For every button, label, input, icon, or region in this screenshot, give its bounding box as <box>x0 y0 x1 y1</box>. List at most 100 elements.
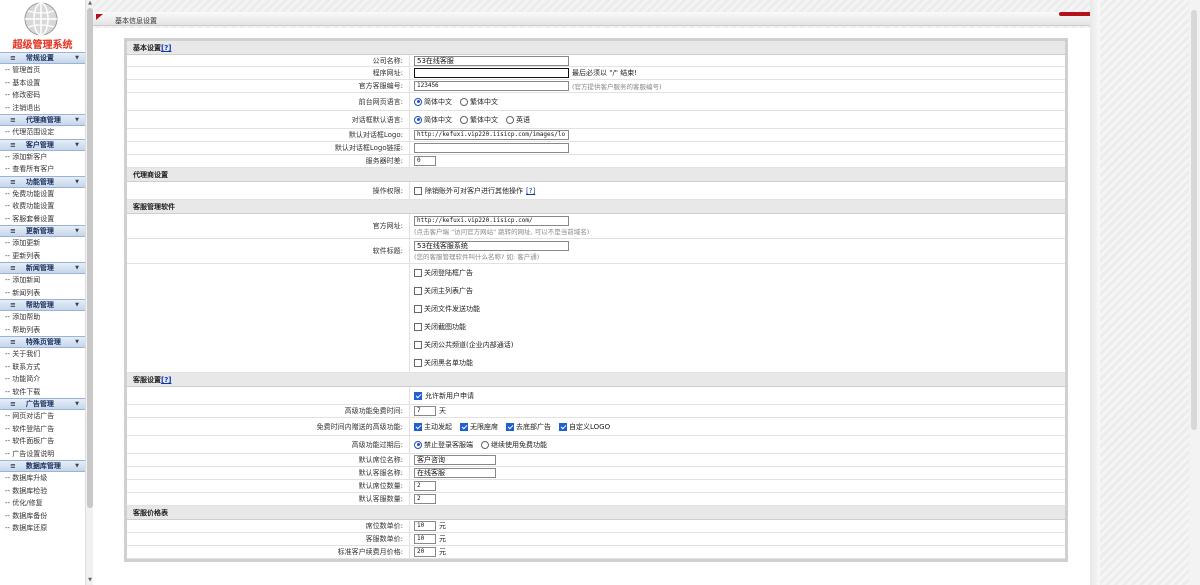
sidebar-item[interactable]: -- 修改密码 <box>0 89 85 102</box>
sidebar-item[interactable]: -- 添加新闻 <box>0 274 85 287</box>
gift-checkbox-initiate[interactable] <box>414 422 422 431</box>
sidebar-item-label: 软件下载 <box>12 387 41 396</box>
sidebar-item[interactable]: -- 管理首页 <box>0 64 85 77</box>
sidebar-item[interactable]: -- 软件下载 <box>0 385 85 398</box>
sidebar-item[interactable]: -- 网页对话广告 <box>0 410 85 423</box>
seat-name-label: 默认席位名称: <box>127 454 410 466</box>
sidebar-item[interactable]: -- 注销退出 <box>0 101 85 114</box>
right-gutter <box>1100 0 1200 585</box>
sidebar-item[interactable]: -- 优化/修复 <box>0 497 85 510</box>
company-label: 公司名称: <box>127 55 410 66</box>
sidebar-group-header[interactable]: ≡ 常规设置 ▼ <box>0 52 85 64</box>
sidebar-group-header[interactable]: ≡ 帮助管理 ▼ <box>0 299 85 311</box>
seat-count-input[interactable]: 2 <box>414 481 436 491</box>
allow-new-checkbox[interactable] <box>414 391 422 400</box>
sidebar-group-title: 功能管理 <box>25 177 54 186</box>
gift-checkbox-logo[interactable] <box>559 422 567 431</box>
sidebar-group-header[interactable]: ≡ 客户管理 ▼ <box>0 138 85 151</box>
sidebar-item[interactable]: -- 联系方式 <box>0 360 85 373</box>
official-id-input[interactable]: 123456 <box>414 81 569 91</box>
logo-input[interactable]: http://kefuxi.vip220.iisicp.com/images/l… <box>414 130 569 140</box>
sidebar-item[interactable]: -- 数据库检验 <box>0 484 85 497</box>
agent-name-input[interactable]: 在线客服 <box>414 468 496 478</box>
seat-price-input[interactable]: 10 <box>414 521 436 531</box>
gift-checkbox-noads[interactable] <box>506 422 514 431</box>
sidebar-group-header[interactable]: ≡ 更新管理 ▼ <box>0 225 85 237</box>
section-title: 基本设置 <box>133 44 161 52</box>
program-url-label: 程序网址: <box>127 67 410 79</box>
logo-link-input[interactable] <box>414 143 569 153</box>
sidebar-item[interactable]: -- 广告设置说明 <box>0 447 85 460</box>
sidebar-scrollbar[interactable]: ▲ ▼ <box>85 0 93 585</box>
radio-expire-free[interactable] <box>481 440 489 449</box>
agent-count-input[interactable]: 2 <box>414 494 436 504</box>
agent-name-label: 默认客服名称: <box>127 467 410 479</box>
site-input[interactable]: http://kefuxi.vip220.iisicp.com/ <box>414 216 569 226</box>
section-price: 客服价格表 <box>127 506 1065 520</box>
company-input[interactable]: 53在线客服 <box>414 55 569 66</box>
sidebar-item[interactable]: -- 添加更新 <box>0 237 85 250</box>
radio-dialog-lang-simplified[interactable] <box>414 115 422 124</box>
timezone-input[interactable]: 0 <box>414 156 436 166</box>
radio-dialog-lang-english[interactable] <box>506 115 514 124</box>
software-title-input[interactable]: 53在线客服系统 <box>414 241 569 251</box>
site-hint: (点击客户端 "访问官方网站" 跳转的网址, 可以不是当前域名) <box>414 228 590 236</box>
sidebar-item[interactable]: -- 基本设置 <box>0 76 85 89</box>
sidebar-item[interactable]: -- 代理范围设定 <box>0 126 85 139</box>
sidebar-item[interactable]: -- 功能简介 <box>0 373 85 386</box>
section-title: 客服设置 <box>133 376 161 384</box>
software-option-checkbox[interactable] <box>414 269 422 277</box>
sidebar-group-title: 代理商管理 <box>25 116 61 124</box>
sidebar-item[interactable]: -- 数据库还原 <box>0 522 85 535</box>
software-option-checkbox[interactable] <box>414 287 422 295</box>
scrollbar-thumb[interactable] <box>1191 10 1197 430</box>
sidebar-item[interactable]: -- 软件登陆广告 <box>0 422 85 435</box>
sidebar-item[interactable]: -- 数据库升级 <box>0 472 85 485</box>
radio-front-lang-simplified[interactable] <box>414 97 422 106</box>
sidebar-group-title: 特殊页管理 <box>25 338 61 346</box>
site-label: 官方网址: <box>127 214 410 238</box>
seat-name-input[interactable]: 客户咨询 <box>414 455 496 465</box>
sidebar-item[interactable]: -- 更新列表 <box>0 249 85 262</box>
sidebar-item[interactable]: -- 软件面板广告 <box>0 435 85 448</box>
sidebar-group-header[interactable]: ≡ 新闻管理 ▼ <box>0 262 85 274</box>
dialog-lang-label: 对话框默认语言: <box>127 111 410 128</box>
tab-marker-icon <box>96 14 103 20</box>
sidebar-item-label: 修改密码 <box>12 91 41 99</box>
help-link[interactable]: [?] <box>161 44 171 52</box>
sidebar-group-header[interactable]: ≡ 特殊页管理 ▼ <box>0 336 85 348</box>
trial-input[interactable]: 7 <box>414 406 436 416</box>
sidebar-group-header[interactable]: ≡ 代理商管理 ▼ <box>0 114 85 126</box>
software-option-checkbox[interactable] <box>414 359 422 367</box>
radio-expire-block[interactable] <box>414 440 422 449</box>
help-link[interactable]: [?] <box>161 376 171 384</box>
sidebar-item[interactable]: -- 添加帮助 <box>0 311 85 324</box>
sidebar-item[interactable]: -- 关于我们 <box>0 348 85 361</box>
sidebar: 超级管理系统 ≡ 常规设置 ▼ -- 管理首页 -- 基本设置 -- 修改密码 -- 注销退… <box>0 0 85 585</box>
gift-checkbox-unlimited[interactable] <box>460 422 468 431</box>
radio-dialog-lang-traditional[interactable] <box>460 115 468 124</box>
sidebar-item[interactable]: -- 数据库备份 <box>0 509 85 522</box>
sidebar-item[interactable]: -- 添加新客户 <box>0 150 85 163</box>
permission-checkbox[interactable] <box>414 186 422 195</box>
radio-front-lang-traditional[interactable] <box>460 97 468 106</box>
sidebar-group-header[interactable]: ≡ 广告管理 ▼ <box>0 398 85 410</box>
agent-price-input[interactable]: 10 <box>414 534 436 544</box>
sidebar-item[interactable]: -- 帮助列表 <box>0 323 85 336</box>
sidebar-item[interactable]: -- 收费功能设置 <box>0 200 85 213</box>
sidebar-item[interactable]: -- 免费功能设置 <box>0 187 85 200</box>
page-scrollbar[interactable] <box>1189 0 1200 585</box>
sidebar-group-header[interactable]: ≡ 数据库管理 ▼ <box>0 460 85 472</box>
software-option-checkbox[interactable] <box>414 323 422 331</box>
sidebar-item[interactable]: -- 查看所有客户 <box>0 163 85 176</box>
sidebar-group-header[interactable]: ≡ 功能管理 ▼ <box>0 175 85 188</box>
software-option-checkbox[interactable] <box>414 341 422 349</box>
sidebar-item[interactable]: -- 客服套餐设置 <box>0 212 85 225</box>
software-option: 关闭公共频道(企业内部通话) <box>414 336 1065 354</box>
permission-help-link[interactable]: [?] <box>526 187 535 195</box>
sidebar-item[interactable]: -- 新闻列表 <box>0 286 85 299</box>
renew-input[interactable]: 20 <box>414 547 436 557</box>
software-option-checkbox[interactable] <box>414 305 422 313</box>
official-id-label: 官方客服编号: <box>127 80 410 92</box>
program-url-input[interactable] <box>414 68 569 78</box>
